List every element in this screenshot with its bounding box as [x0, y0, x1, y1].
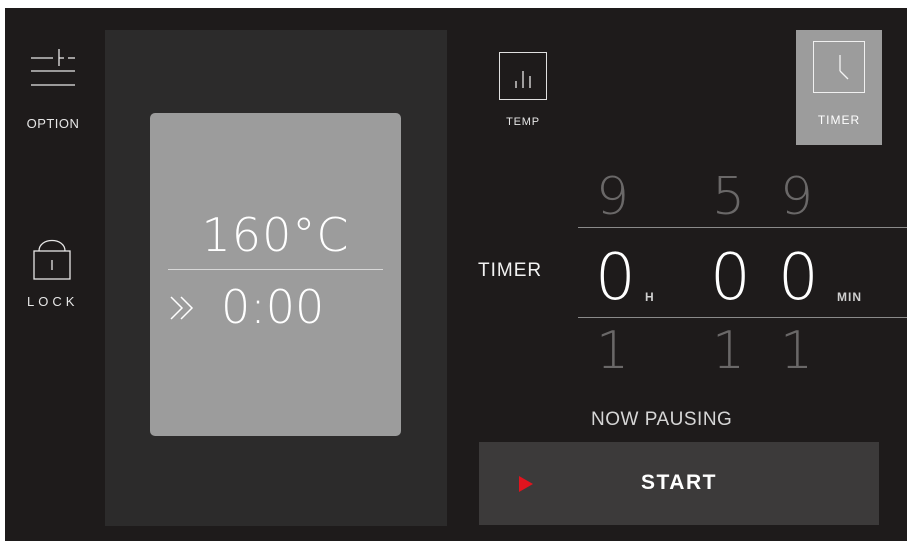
picker-divider-bottom: [578, 317, 907, 318]
hours-unit: H: [645, 290, 655, 304]
minutes-ones-value: 0: [778, 241, 819, 315]
minutes-ones-next-digit: 1: [780, 321, 814, 381]
oven-control-screen: OPTION LOCK 160°C 0:00 TEMP TIMER TIMER …: [5, 8, 907, 541]
timer-tab-label: TIMER: [817, 113, 861, 127]
option-label: OPTION: [26, 116, 80, 131]
tab-timer[interactable]: TIMER: [796, 30, 882, 145]
lock-label: LOCK: [27, 294, 79, 309]
status-text: NOW PAUSING: [591, 409, 733, 430]
padlock-icon: [33, 239, 71, 280]
card-divider: [168, 269, 383, 270]
minutes-unit: MIN: [837, 290, 862, 304]
minutes-ones-prev-digit: 9: [780, 167, 814, 227]
hours-next-digit: 1: [596, 321, 630, 381]
timer-picker-title: TIMER: [478, 260, 543, 281]
minutes-tens-prev-digit: 5: [712, 167, 746, 227]
temperature-readout: 160°C: [201, 208, 350, 262]
lock-button[interactable]: LOCK: [27, 230, 77, 309]
clock-icon: [813, 41, 865, 93]
bar-gauge-icon: [499, 52, 547, 100]
start-button[interactable]: START: [479, 442, 879, 525]
picker-divider-top: [578, 227, 907, 228]
minutes-tens-next-digit: 1: [712, 321, 746, 381]
hours-value: 0: [595, 241, 636, 315]
time-readout: 0:00: [221, 280, 325, 334]
minutes-tens-value: 0: [710, 241, 751, 315]
double-chevron-right-icon: [170, 296, 194, 320]
temp-label: TEMP: [506, 116, 540, 128]
hours-prev-digit: 9: [596, 167, 630, 227]
status-card: 160°C 0:00: [150, 113, 401, 436]
sliders-icon: [31, 49, 75, 86]
option-button[interactable]: OPTION: [25, 44, 81, 131]
status-display-panel: 160°C 0:00: [105, 30, 447, 526]
start-button-label: START: [641, 471, 717, 494]
tab-temp[interactable]: TEMP: [495, 52, 551, 128]
